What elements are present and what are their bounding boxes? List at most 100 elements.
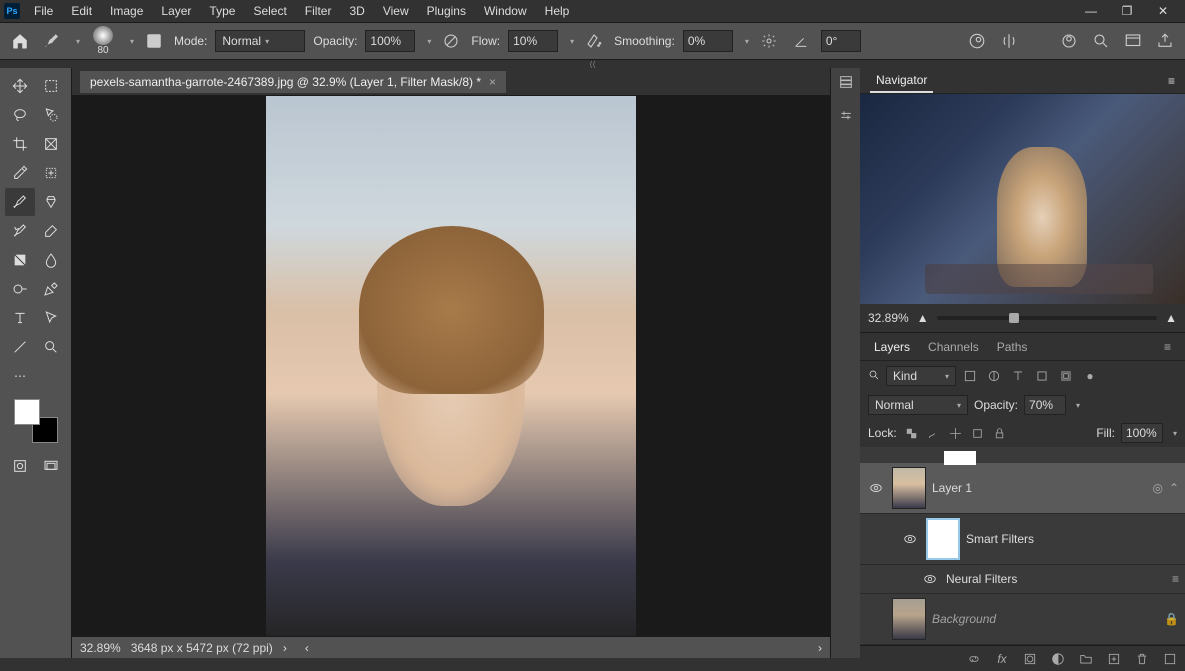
filter-type-icon[interactable] <box>1010 368 1026 384</box>
zoom-tool[interactable] <box>36 333 66 361</box>
navigator-zoom-value[interactable]: 32.89% <box>868 311 909 325</box>
layers-tab[interactable]: Layers <box>866 336 918 358</box>
visibility-eye-icon[interactable] <box>866 609 886 629</box>
zoom-out-icon[interactable]: ▲ <box>917 311 929 325</box>
marquee-tool[interactable] <box>36 72 66 100</box>
menu-select[interactable]: Select <box>245 2 294 20</box>
neural-filters-label[interactable]: Neural Filters <box>946 572 1017 586</box>
menu-help[interactable]: Help <box>537 2 578 20</box>
type-tool[interactable] <box>5 304 35 332</box>
gradient-tool[interactable] <box>5 246 35 274</box>
new-layer-icon[interactable] <box>1105 650 1123 668</box>
flow-input[interactable]: 10% <box>508 30 558 52</box>
flow-chevron[interactable]: ▾ <box>570 37 574 46</box>
menu-edit[interactable]: Edit <box>63 2 100 20</box>
layers-panel-menu-icon[interactable]: ≡ <box>1156 336 1179 358</box>
brush-preview[interactable]: 80 <box>88 26 118 56</box>
layer-row-neural-filters[interactable]: Neural Filters ≡ <box>860 565 1185 594</box>
brush-tool-active[interactable] <box>5 188 35 216</box>
filter-adjust-icon[interactable] <box>986 368 1002 384</box>
layer-row-layer1[interactable]: Layer 1 ◎ ⌃ <box>860 463 1185 514</box>
crop-tool[interactable] <box>5 130 35 158</box>
group-icon[interactable] <box>1077 650 1095 668</box>
color-swatches[interactable] <box>14 399 58 443</box>
clone-stamp-tool[interactable] <box>36 188 66 216</box>
smoothing-chevron[interactable]: ▾ <box>745 37 749 46</box>
lock-all-icon[interactable] <box>991 424 1009 442</box>
menu-file[interactable]: File <box>26 2 61 20</box>
status-zoom[interactable]: 32.89% <box>80 641 121 655</box>
eyedropper-tool[interactable] <box>5 159 35 187</box>
status-scroll-right[interactable]: › <box>818 641 822 655</box>
filter-toggle-icon[interactable]: ● <box>1082 368 1098 384</box>
pen-tool[interactable] <box>36 275 66 303</box>
maximize-button[interactable]: ❐ <box>1109 0 1145 22</box>
quick-select-tool[interactable] <box>36 101 66 129</box>
menu-layer[interactable]: Layer <box>153 2 199 20</box>
smoothing-gear-icon[interactable] <box>757 29 781 53</box>
tool-preset-chevron[interactable]: ▾ <box>76 37 80 46</box>
menu-filter[interactable]: Filter <box>297 2 340 20</box>
filter-pixel-icon[interactable] <box>962 368 978 384</box>
visibility-eye-icon[interactable] <box>900 529 920 549</box>
adjustments-panel-icon[interactable] <box>836 106 856 126</box>
layer-thumbnail[interactable] <box>892 467 926 509</box>
tab-close-icon[interactable]: × <box>489 75 496 89</box>
visibility-eye-icon[interactable] <box>920 569 940 589</box>
menu-window[interactable]: Window <box>476 2 535 20</box>
path-select-tool[interactable] <box>36 304 66 332</box>
dodge-tool[interactable] <box>5 275 35 303</box>
frame-tool[interactable] <box>36 130 66 158</box>
menu-image[interactable]: Image <box>102 2 151 20</box>
fill-chevron[interactable]: ▾ <box>1173 429 1177 438</box>
paths-tab[interactable]: Paths <box>989 336 1036 358</box>
symmetry-icon[interactable] <box>997 29 1021 53</box>
delete-layer-icon[interactable] <box>1133 650 1151 668</box>
pressure-opacity-icon[interactable] <box>439 29 463 53</box>
document-tab[interactable]: pexels-samantha-garrote-2467389.jpg @ 32… <box>80 71 506 93</box>
workspace-icon[interactable] <box>1121 29 1145 53</box>
share-icon[interactable] <box>1153 29 1177 53</box>
filter-smart-icon[interactable] <box>1058 368 1074 384</box>
link-layers-icon[interactable] <box>965 650 983 668</box>
cloud-docs-icon[interactable] <box>1057 29 1081 53</box>
menu-view[interactable]: View <box>375 2 417 20</box>
zoom-in-icon[interactable]: ▲ <box>1165 311 1177 325</box>
brush-preset-chevron[interactable]: ▾ <box>130 37 134 46</box>
layer-opacity-input[interactable]: 70% <box>1024 395 1066 415</box>
fill-input[interactable]: 100% <box>1121 423 1163 443</box>
home-icon[interactable] <box>8 29 32 53</box>
navigator-thumbnail[interactable] <box>860 94 1185 304</box>
close-button[interactable]: ✕ <box>1145 0 1181 22</box>
layer-thumbnail[interactable] <box>892 598 926 640</box>
eraser-tool[interactable] <box>36 217 66 245</box>
panel-menu-icon[interactable]: ≡ <box>1168 74 1175 88</box>
filter-options-icon[interactable]: ≡ <box>1172 572 1179 586</box>
foreground-color[interactable] <box>14 399 40 425</box>
minimize-button[interactable]: — <box>1073 0 1109 22</box>
zoom-slider[interactable] <box>937 316 1158 320</box>
filter-kind-select[interactable]: Kind▾ <box>886 366 956 386</box>
layer-row-smart-filters[interactable]: Smart Filters <box>860 514 1185 565</box>
opacity-input[interactable]: 100% <box>365 30 415 52</box>
status-chevron-right[interactable]: › <box>283 641 287 655</box>
menu-type[interactable]: Type <box>201 2 243 20</box>
smart-filters-label[interactable]: Smart Filters <box>966 532 1034 546</box>
quick-mask-icon[interactable] <box>5 452 35 480</box>
layer-row-background[interactable]: Background 🔒 <box>860 594 1185 645</box>
layer-fx-icon[interactable]: fx <box>993 650 1011 668</box>
brush-panel-icon[interactable] <box>142 29 166 53</box>
collapse-handle-top[interactable]: ⟨⟨ <box>586 60 600 68</box>
menu-3d[interactable]: 3D <box>341 2 372 20</box>
screen-mode-icon[interactable] <box>36 452 66 480</box>
lock-artboard-icon[interactable] <box>969 424 987 442</box>
lock-transparency-icon[interactable] <box>903 424 921 442</box>
line-tool[interactable] <box>5 333 35 361</box>
search-small-icon[interactable] <box>868 369 880 384</box>
lasso-tool[interactable] <box>5 101 35 129</box>
lock-position-icon[interactable] <box>947 424 965 442</box>
layer-name[interactable]: Layer 1 <box>932 481 972 495</box>
adjustment-layer-icon[interactable] <box>1049 650 1067 668</box>
more-tools[interactable]: ⋯ <box>5 362 35 390</box>
layer-opacity-chevron[interactable]: ▾ <box>1076 401 1080 410</box>
